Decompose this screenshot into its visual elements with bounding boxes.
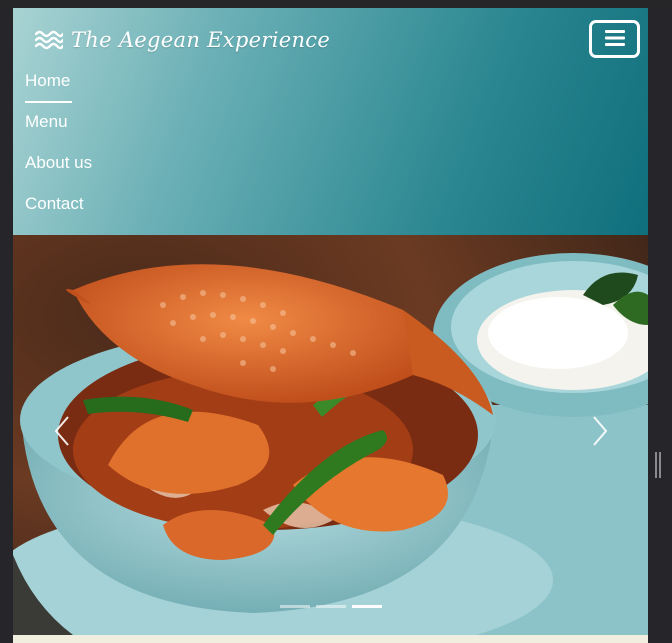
carousel-indicator-1[interactable] xyxy=(280,605,310,608)
next-section-edge xyxy=(13,635,648,643)
nav-item-contact: Contact xyxy=(25,191,325,232)
brand-name: The Aegean Experience xyxy=(71,28,331,52)
hero-carousel xyxy=(13,235,648,635)
carousel-slide-image xyxy=(13,235,648,635)
browser-top-edge xyxy=(0,0,672,8)
nav-link-contact[interactable]: Contact xyxy=(25,191,84,217)
hamburger-menu-icon xyxy=(604,29,625,50)
chevron-right-icon xyxy=(591,415,609,451)
waves-icon xyxy=(34,29,65,51)
brand-link[interactable]: The Aegean Experience xyxy=(34,22,331,58)
carousel-indicator-2[interactable] xyxy=(316,605,346,608)
nav-menu: Home Menu About us Contact xyxy=(25,68,325,232)
resize-grip-line xyxy=(655,452,657,478)
resize-handle[interactable] xyxy=(654,452,662,478)
nav-link-menu[interactable]: Menu xyxy=(25,109,68,135)
nav-item-menu: Menu xyxy=(25,109,325,150)
carousel-indicator-3[interactable] xyxy=(352,605,382,608)
nav-link-about-us[interactable]: About us xyxy=(25,150,92,176)
carousel-prev-button[interactable] xyxy=(47,413,77,453)
nav-item-about-us: About us xyxy=(25,150,325,191)
website-frame: The Aegean Experience Home Menu About us… xyxy=(13,8,648,643)
chevron-left-icon xyxy=(53,415,71,451)
browser-viewport: The Aegean Experience Home Menu About us… xyxy=(0,0,672,643)
resize-grip-line xyxy=(659,452,661,478)
nav-link-home[interactable]: Home xyxy=(25,68,70,94)
nav-item-home: Home xyxy=(25,68,325,109)
carousel-indicators xyxy=(280,605,382,608)
navbar-toggler-button[interactable] xyxy=(589,20,640,58)
carousel-next-button[interactable] xyxy=(585,413,615,453)
navbar: The Aegean Experience Home Menu About us… xyxy=(13,8,648,235)
